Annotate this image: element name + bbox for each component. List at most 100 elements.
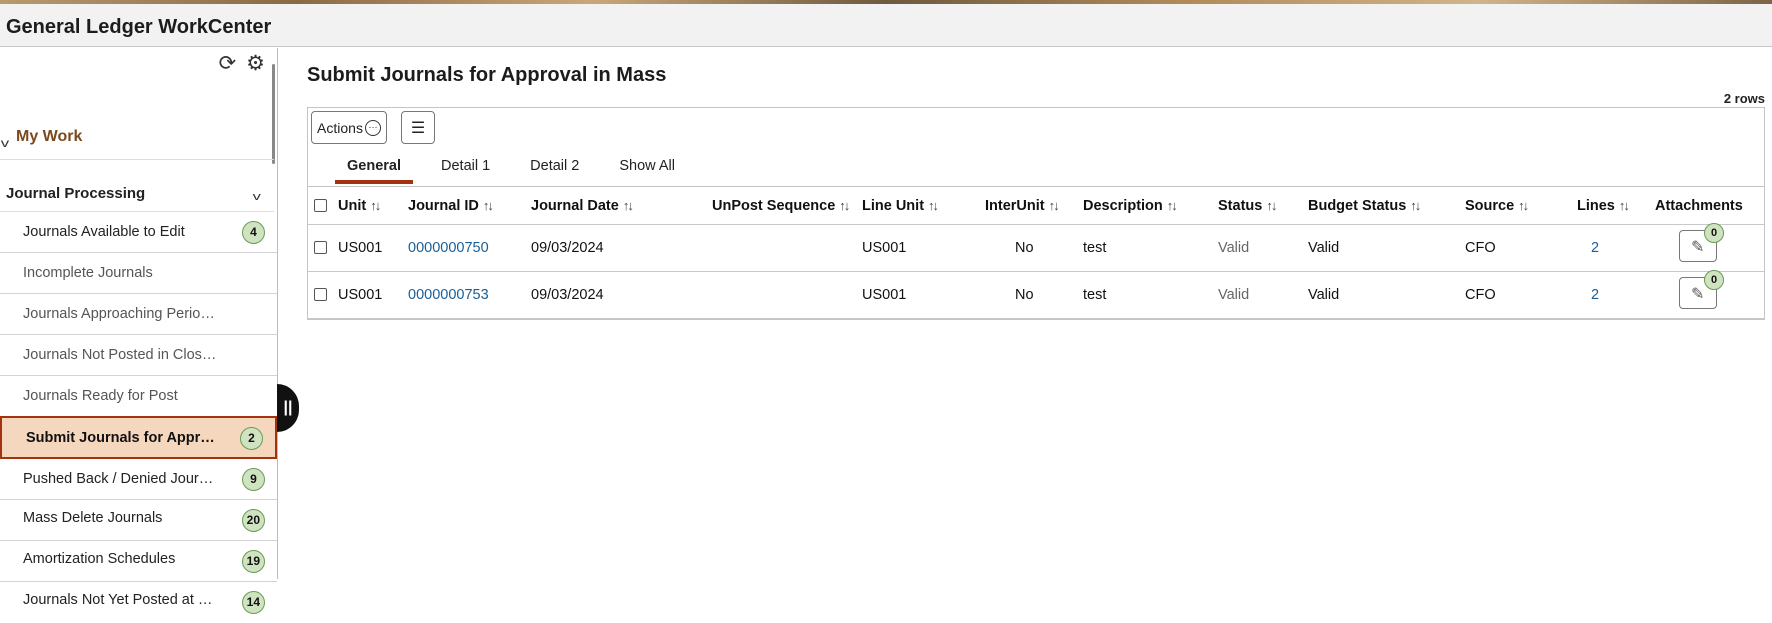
journal-id-link[interactable]: 0000000750 <box>408 240 489 256</box>
column-header-unit[interactable]: Unit ↑↓ <box>338 188 408 225</box>
chevron-down-icon: v <box>0 136 10 150</box>
column-header-journal-id[interactable]: Journal ID ↑↓ <box>408 188 531 225</box>
sidebar-item-label: Incomplete Journals <box>23 265 153 281</box>
sidebar-item-mass-delete-journals[interactable]: Mass Delete Journals 20 <box>0 500 277 541</box>
journal-processing-header[interactable]: Journal Processing v <box>0 161 274 212</box>
lines-link[interactable]: 2 <box>1591 287 1599 303</box>
sidebar-item-submit-journals-for-approval[interactable]: Submit Journals for Appr… 2 <box>0 416 277 459</box>
row-checkbox[interactable] <box>314 241 327 255</box>
journal-id-link[interactable]: 0000000753 <box>408 287 489 303</box>
attachments-count-badge: 0 <box>1704 222 1724 243</box>
journals-grid: Actions ··· ☰ General Detail 1 Detail 2 S… <box>307 107 1765 320</box>
column-header-source[interactable]: Source ↑↓ <box>1465 188 1577 225</box>
attachments-button[interactable]: ✎ 0 <box>1679 269 1724 309</box>
source-cell: CFO <box>1465 271 1577 319</box>
page-title: Submit Journals for Approval in Mass <box>307 64 667 86</box>
column-header-status[interactable]: Status ↑↓ <box>1218 188 1308 225</box>
column-header-interunit[interactable]: InterUnit ↑↓ <box>985 188 1083 225</box>
tab-detail-2[interactable]: Detail 2 <box>518 155 591 184</box>
sidebar-item-label: Amortization Schedules <box>23 551 176 567</box>
column-header-lines[interactable]: Lines ↑↓ <box>1577 188 1655 225</box>
count-badge: 4 <box>242 221 265 244</box>
unit-cell: US001 <box>338 224 408 272</box>
table-row: US001 0000000753 09/03/2024 US001 No tes… <box>308 269 1764 319</box>
journal-date-cell: 09/03/2024 <box>531 271 712 319</box>
sidebar-item-incomplete-journals[interactable]: Incomplete Journals <box>0 253 277 294</box>
row-checkbox[interactable] <box>314 288 327 302</box>
column-header-line-unit[interactable]: Line Unit ↑↓ <box>862 188 985 225</box>
count-badge: 19 <box>241 550 265 573</box>
sidebar-item-label: Journals Approaching Perio… <box>23 306 215 322</box>
sidebar-item-journals-not-yet-posted[interactable]: Journals Not Yet Posted at … 14 <box>0 582 277 623</box>
sidebar-item-journals-not-posted-in-close[interactable]: Journals Not Posted in Clos… <box>0 335 277 376</box>
sort-icon: ↑↓ <box>1048 197 1060 213</box>
column-header-unpost-sequence[interactable]: UnPost Sequence ↑↓ <box>712 188 862 225</box>
sort-icon: ↑↓ <box>1410 197 1421 213</box>
row-checkbox-cell <box>308 271 338 319</box>
sidebar-item-label: Journals Available to Edit <box>23 224 185 240</box>
filter-icon: ☰ <box>410 119 426 137</box>
filter-button[interactable]: ☰ <box>401 111 435 144</box>
tab-detail-1[interactable]: Detail 1 <box>429 155 502 184</box>
sort-icon: ↑↓ <box>482 197 494 213</box>
unpost-sequence-cell <box>712 224 862 272</box>
source-cell: CFO <box>1465 224 1577 272</box>
select-all-checkbox[interactable] <box>314 199 327 213</box>
unit-cell: US001 <box>338 271 408 319</box>
select-all-checkbox-cell <box>308 188 338 225</box>
paperclip-icon: ✎ <box>1691 238 1705 256</box>
grid-tabs: General Detail 1 Detail 2 Show All <box>335 155 703 185</box>
line-unit-cell: US001 <box>862 271 985 319</box>
chevron-down-icon: v <box>252 191 261 203</box>
collapse-sidebar-handle[interactable]: || <box>277 384 299 432</box>
sidebar-item-label: Journals Not Yet Posted at … <box>23 592 213 608</box>
column-header-budget-status[interactable]: Budget Status ↑↓ <box>1308 188 1465 225</box>
actions-button[interactable]: Actions ··· <box>311 111 387 144</box>
count-badge: 14 <box>241 591 265 614</box>
sidebar-tools: ⟳ ⚙ <box>219 52 265 76</box>
gear-icon[interactable]: ⚙ <box>246 52 265 76</box>
table-row: US001 0000000750 09/03/2024 US001 No tes… <box>308 222 1764 272</box>
lines-link[interactable]: 2 <box>1591 240 1599 256</box>
sort-icon: ↑↓ <box>1266 197 1277 213</box>
tab-general[interactable]: General <box>335 155 413 184</box>
sort-icon: ↑↓ <box>1166 197 1178 213</box>
status-cell: Valid <box>1218 224 1308 272</box>
refresh-icon[interactable]: ⟳ <box>219 52 237 76</box>
tabs-divider <box>308 186 1764 187</box>
sidebar-item-label: Journals Not Posted in Clos… <box>23 347 217 363</box>
title-bar: General Ledger WorkCenter <box>0 4 1772 47</box>
sort-icon: ↑↓ <box>839 197 850 213</box>
sidebar: ⟳ ⚙ v My Work Journal Processing v Journ… <box>0 48 278 614</box>
main-content: Submit Journals for Approval in Mass 2 r… <box>300 48 1772 579</box>
sort-icon: ↑↓ <box>1518 197 1529 213</box>
tab-show-all[interactable]: Show All <box>607 155 687 184</box>
sort-icon: ↑↓ <box>928 197 939 213</box>
column-header-attachments: Attachments <box>1655 188 1764 225</box>
my-work-header[interactable]: v My Work <box>0 84 274 160</box>
attachments-button[interactable]: ✎ 0 <box>1679 222 1724 262</box>
column-header-journal-date[interactable]: Journal Date ↑↓ <box>531 188 712 225</box>
actions-label: Actions <box>317 119 363 136</box>
sidebar-item-amortization-schedules[interactable]: Amortization Schedules 19 <box>0 541 277 582</box>
sidebar-item-journals-available-to-edit[interactable]: Journals Available to Edit 4 <box>0 212 277 253</box>
sidebar-item-journals-approaching-period[interactable]: Journals Approaching Perio… <box>0 294 277 335</box>
sidebar-item-pushed-back-denied-journals[interactable]: Pushed Back / Denied Jour… 9 <box>0 459 277 500</box>
interunit-cell: No <box>985 224 1083 272</box>
table-header-row: Unit ↑↓ Journal ID ↑↓ Journal Date ↑↓ UnPos… <box>308 188 1764 225</box>
budget-status-cell: Valid <box>1308 271 1465 319</box>
description-cell: test <box>1083 224 1218 272</box>
count-badge: 9 <box>242 468 265 491</box>
attachments-count-badge: 0 <box>1704 269 1724 290</box>
sidebar-item-label: Submit Journals for Appr… <box>26 430 215 446</box>
journal-processing-label: Journal Processing <box>6 185 146 202</box>
column-header-description[interactable]: Description ↑↓ <box>1083 188 1218 225</box>
sidebar-item-journals-ready-for-post[interactable]: Journals Ready for Post <box>0 376 277 417</box>
description-cell: test <box>1083 271 1218 319</box>
my-work-label: My Work <box>16 128 83 145</box>
unpost-sequence-cell <box>712 271 862 319</box>
more-icon: ··· <box>364 119 381 136</box>
row-count: 2 rows <box>1723 91 1765 106</box>
interunit-cell: No <box>985 271 1083 319</box>
sort-icon: ↑↓ <box>1618 197 1630 213</box>
